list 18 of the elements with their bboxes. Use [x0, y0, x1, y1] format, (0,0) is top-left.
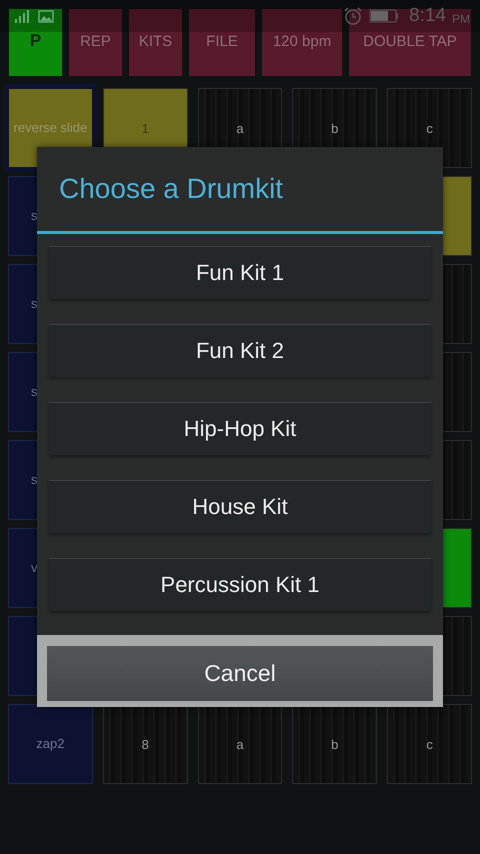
step-pad[interactable]: c [387, 704, 472, 784]
kit-option[interactable]: Percussion Kit 1 [49, 558, 431, 611]
clock-ampm: PM [452, 12, 470, 26]
kit-option[interactable]: Fun Kit 2 [49, 324, 431, 377]
toolbar-button[interactable]: P [9, 9, 62, 76]
image-icon [38, 10, 54, 22]
sample-pad[interactable]: zap2 [8, 704, 93, 784]
step-pad[interactable]: a [198, 704, 282, 784]
signal-icon [14, 9, 32, 23]
cancel-button[interactable]: Cancel [47, 646, 433, 701]
step-pad[interactable]: b [292, 704, 378, 784]
battery-icon [369, 9, 400, 23]
kit-option[interactable]: Fun Kit 1 [49, 246, 431, 299]
dialog-title: Choose a Drumkit [58, 172, 284, 206]
kit-option[interactable]: House Kit [49, 480, 431, 533]
kit-option[interactable]: Hip-Hop Kit [49, 402, 431, 455]
alarm-icon [343, 6, 364, 26]
step-pad[interactable]: 8 [102, 704, 188, 784]
